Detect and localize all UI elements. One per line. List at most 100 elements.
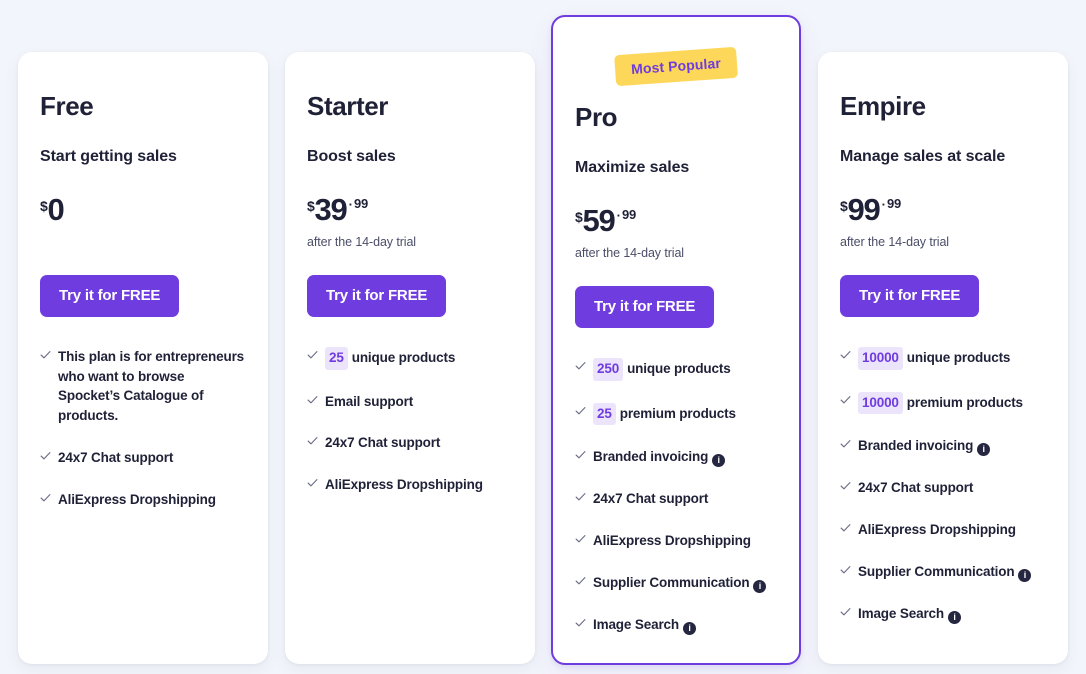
price-amount: 59 <box>582 202 616 238</box>
feature-label: This plan is for entrepreneurs who want … <box>58 348 245 424</box>
plan-name: Empire <box>840 91 926 121</box>
price-amount: 39 <box>314 191 348 227</box>
feature-item: 25 unique products <box>307 346 513 370</box>
check-icon <box>575 447 586 463</box>
feature-item: 24x7 Chat support <box>575 489 777 509</box>
price-currency: $ <box>840 197 848 214</box>
feature-item: 25 premium products <box>575 402 777 426</box>
feature-label: 24x7 Chat support <box>858 480 974 496</box>
check-icon <box>575 615 586 631</box>
price-currency: $ <box>575 208 583 225</box>
info-icon[interactable]: i <box>753 580 767 594</box>
feature-item: Email support <box>307 392 513 412</box>
check-icon <box>840 520 851 536</box>
feature-item: AliExpress Dropshipping <box>840 520 1046 540</box>
price-separator: · <box>348 196 353 212</box>
price-separator: · <box>616 207 621 223</box>
feature-label: 250 unique products <box>593 357 777 381</box>
trial-note: after the 14-day trial <box>575 245 684 260</box>
plan-card-pro[interactable]: Most Popular Pro Maximize sales $ 59 · 9… <box>551 15 801 665</box>
feature-item: AliExpress Dropshipping <box>575 531 777 551</box>
check-icon <box>307 347 318 363</box>
check-icon <box>307 433 318 449</box>
feature-item: 24x7 Chat support <box>307 433 513 453</box>
feature-label: Image Search i <box>593 615 777 636</box>
feature-label: AliExpress Dropshipping <box>58 492 216 507</box>
pricing-plans-grid: Free Start getting sales $ 0 Try it for … <box>0 0 1086 674</box>
feature-count-badge: 250 <box>593 357 624 381</box>
plan-card-starter[interactable]: Starter Boost sales $ 39 · 99 after the … <box>285 52 535 664</box>
try-it-for-free-button[interactable]: Try it for FREE <box>840 274 980 317</box>
plan-name: Pro <box>575 102 618 132</box>
price-amount: 99 <box>847 191 881 227</box>
feature-item: AliExpress Dropshipping <box>307 475 513 495</box>
feature-label: Image Search i <box>858 604 1046 625</box>
feature-label: AliExpress Dropshipping <box>325 477 483 493</box>
check-icon <box>575 403 586 419</box>
feature-item: Supplier Communication i <box>840 562 1046 583</box>
feature-list: 10000 unique products 10000 premium product… <box>840 346 1046 625</box>
feature-count-badge: 25 <box>325 346 348 370</box>
try-it-for-free-button[interactable]: Try it for FREE <box>40 274 180 317</box>
check-icon <box>40 347 51 363</box>
plan-price: $ 99 · 99 <box>840 191 1046 228</box>
most-popular-badge: Most Popular <box>614 46 738 87</box>
feature-label: 25 premium products <box>593 402 777 426</box>
feature-label: 24x7 Chat support <box>58 450 174 466</box>
feature-label: Branded invoicing i <box>858 436 1046 457</box>
price-cents: 99 <box>886 195 901 211</box>
info-icon[interactable]: i <box>1018 569 1032 583</box>
check-icon <box>575 573 586 589</box>
check-icon <box>840 604 851 620</box>
check-icon <box>307 475 318 491</box>
plan-tagline: Maximize sales <box>575 158 690 176</box>
check-icon <box>840 436 851 452</box>
plan-tagline: Start getting sales <box>40 147 177 165</box>
feature-count-badge: 25 <box>593 402 616 426</box>
feature-label: Supplier Communication i <box>858 562 1046 583</box>
check-icon <box>575 358 586 374</box>
feature-item: 10000 premium products <box>840 391 1046 415</box>
info-icon[interactable]: i <box>948 611 961 625</box>
feature-item: 24x7 Chat support <box>40 448 246 468</box>
feature-count-badge: 10000 <box>858 391 903 415</box>
price-cents: 99 <box>353 195 368 211</box>
feature-label: AliExpress Dropshipping <box>858 522 1016 538</box>
feature-label: 24x7 Chat support <box>593 491 709 507</box>
feature-item: AliExpress Dropshipping <box>40 490 246 510</box>
plan-card-empire[interactable]: Empire Manage sales at scale $ 99 · 99 a… <box>818 52 1068 664</box>
plan-card-free[interactable]: Free Start getting sales $ 0 Try it for … <box>18 52 268 664</box>
feature-item: Image Search i <box>575 615 777 636</box>
try-it-for-free-button[interactable]: Try it for FREE <box>575 285 715 328</box>
info-icon[interactable]: i <box>977 443 991 457</box>
feature-count-badge: 10000 <box>858 346 903 370</box>
feature-label: 10000 premium products <box>858 391 1046 415</box>
try-it-for-free-button[interactable]: Try it for FREE <box>307 274 447 317</box>
feature-label: Email support <box>325 393 414 409</box>
plan-tagline: Manage sales at scale <box>840 147 1006 165</box>
feature-label: 25 unique products <box>325 346 513 370</box>
price-currency: $ <box>307 197 315 214</box>
feature-label: 24x7 Chat support <box>325 435 441 451</box>
check-icon <box>840 562 851 578</box>
check-icon <box>840 392 851 408</box>
plan-name: Free <box>40 91 94 121</box>
feature-item: Image Search i <box>840 604 1046 625</box>
info-icon[interactable]: i <box>683 622 696 636</box>
info-icon[interactable]: i <box>712 454 726 468</box>
feature-list: 250 unique products 25 premium products Bran… <box>575 357 777 636</box>
trial-note: after the 14-day trial <box>307 234 416 249</box>
feature-label: AliExpress Dropshipping <box>593 533 751 549</box>
price-currency: $ <box>40 197 48 214</box>
price-separator: · <box>881 196 886 212</box>
plan-price: $ 0 <box>40 194 246 228</box>
check-icon <box>307 392 318 408</box>
feature-label: Supplier Communication i <box>593 573 777 594</box>
feature-item: 10000 unique products <box>840 346 1046 370</box>
feature-list: 25 unique products Email support 24x7 Chat … <box>307 346 513 495</box>
feature-item: Supplier Communication i <box>575 573 777 594</box>
check-icon <box>840 347 851 363</box>
check-icon <box>575 531 586 547</box>
plan-name: Starter <box>307 91 389 121</box>
check-icon <box>575 489 586 505</box>
